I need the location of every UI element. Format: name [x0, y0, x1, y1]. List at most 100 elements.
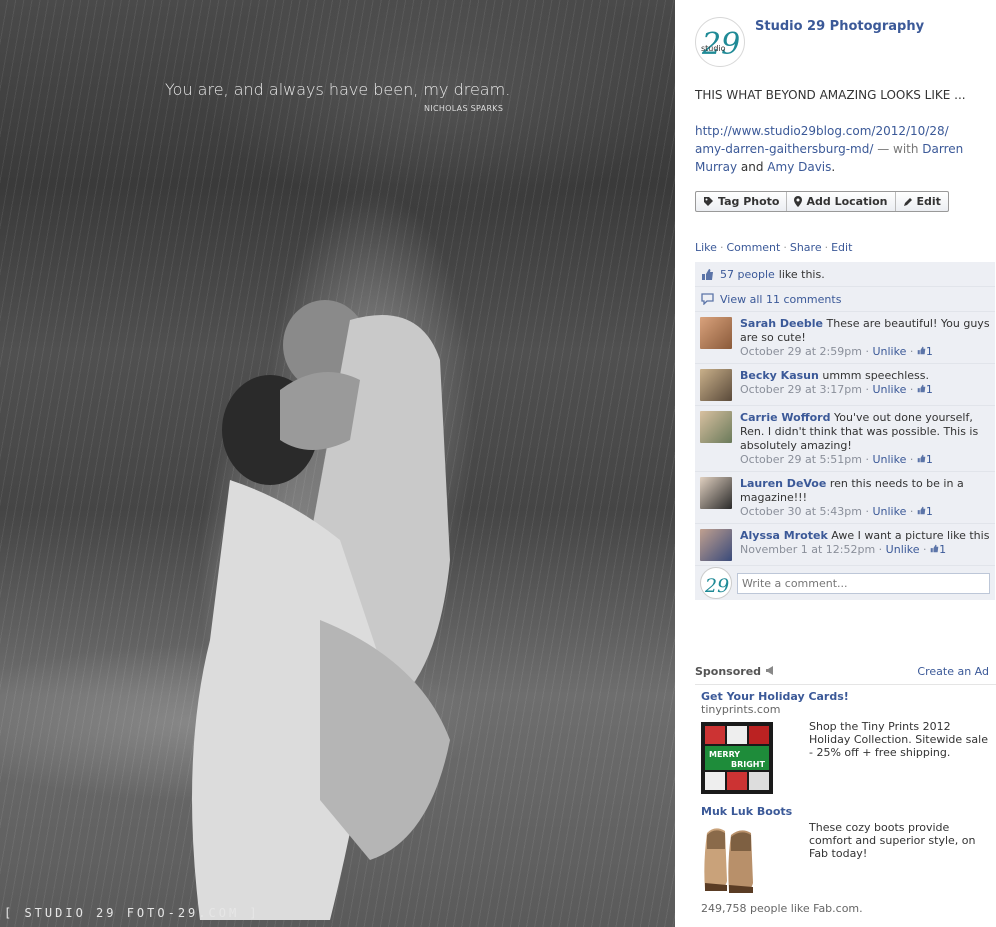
svg-text:studio: studio [701, 44, 726, 53]
comment-body: Carrie Wofford You've out done yourself,… [740, 411, 990, 467]
add-location-button[interactable]: Add Location [787, 192, 896, 211]
ad-title[interactable]: Get Your Holiday Cards! [701, 690, 993, 703]
sponsored-header: Sponsored Create an Ad [695, 665, 989, 678]
commenter-avatar[interactable] [700, 411, 732, 443]
with-text: — with [873, 142, 923, 156]
holiday-card-image: MERRY BRIGHT [701, 722, 773, 794]
comment-text: ummm speechless. [822, 369, 930, 382]
ufi-action-links: Like · Comment · Share · Edit [695, 241, 853, 254]
likes-row: 57 people like this. [695, 262, 995, 287]
ad-title[interactable]: Muk Luk Boots [701, 805, 993, 818]
commenter-name[interactable]: Carrie Wofford [740, 411, 830, 424]
studio29-logo-icon: 29 studio [701, 27, 740, 62]
comment-meta: November 1 at 12:52pm · Unlike · 1 [740, 543, 947, 556]
ad-social-context: 249,758 people like Fab.com. [701, 902, 863, 915]
view-all-comments-link[interactable]: View all 11 comments [720, 293, 841, 306]
unlike-link[interactable]: Unlike [872, 453, 906, 466]
pencil-icon [903, 197, 912, 206]
commenter-name[interactable]: Sarah Deeble [740, 317, 823, 330]
boots-image [704, 828, 753, 893]
unlike-link[interactable]: Unlike [872, 505, 906, 518]
comment-like-count[interactable]: 1 [930, 543, 946, 556]
likes-count-link[interactable]: 57 people [720, 268, 775, 281]
commenter-name[interactable]: Becky Kasun [740, 369, 819, 382]
comment-meta: October 29 at 3:17pm · Unlike · 1 [740, 383, 933, 396]
comment-input[interactable]: Write a comment... [737, 572, 990, 594]
thumbs-up-icon [917, 454, 926, 463]
comment-item: Alyssa Mrotek Awe I want a picture like … [695, 524, 995, 566]
tag-icon [704, 197, 713, 206]
unlike-link[interactable]: Unlike [872, 383, 906, 396]
commenter-name[interactable]: Alyssa Mrotek [740, 529, 828, 542]
comment-bubble-icon [701, 293, 714, 305]
photo-quote: You are, and always have been, my dream. [165, 80, 511, 99]
edit-link[interactable]: Edit [831, 241, 852, 254]
comment-like-count[interactable]: 1 [917, 453, 933, 466]
page-name-link[interactable]: Studio 29 Photography [755, 19, 924, 34]
ad-mukluk[interactable]: Muk Luk Boots These cozy boots provide c… [701, 805, 993, 893]
comment-body: Sarah Deeble These are beautiful! You gu… [740, 317, 990, 359]
comment-body: Lauren DeVoe ren this needs to be in a m… [740, 477, 990, 519]
comment-like-count[interactable]: 1 [917, 383, 933, 396]
ad-tinyprints[interactable]: Get Your Holiday Cards! tinyprints.com M… [701, 690, 993, 794]
comment-like-count[interactable]: 1 [917, 345, 933, 358]
svg-text:BRIGHT: BRIGHT [731, 760, 765, 769]
comment-time: October 29 at 5:51pm [740, 453, 862, 466]
thumbs-up-icon [917, 506, 926, 515]
ad-domain: tinyprints.com [701, 703, 781, 716]
comment-like-count[interactable]: 1 [917, 505, 933, 518]
comment-link[interactable]: Comment [726, 241, 780, 254]
couple-silhouette [192, 300, 450, 920]
sponsored-label: Sponsored [695, 665, 776, 678]
ad-body: Shop the Tiny Prints 2012 Holiday Collec… [809, 720, 988, 759]
thumbs-up-icon [917, 346, 926, 355]
photo-action-bar: Tag Photo Add Location Edit [695, 191, 949, 212]
comment-body: Becky Kasun ummm speechless. October 29 a… [740, 369, 933, 401]
location-pin-icon [794, 196, 803, 207]
photo-viewer[interactable]: You are, and always have been, my dream.… [0, 0, 675, 927]
share-link[interactable]: Share [790, 241, 822, 254]
like-link[interactable]: Like [695, 241, 717, 254]
quote-author: NICHOLAS SPARKS [424, 104, 504, 113]
create-ad-link[interactable]: Create an Ad [917, 665, 989, 678]
tag-photo-button[interactable]: Tag Photo [696, 192, 788, 211]
svg-text:29: 29 [704, 575, 729, 597]
write-comment-row: 29 Write a comment... [695, 566, 995, 600]
commenter-avatar: 29 [700, 567, 732, 599]
photo-watermark: [ STUDIO 29 FOTO-29.COM ] [4, 906, 260, 920]
view-comments-row[interactable]: View all 11 comments [695, 287, 995, 312]
post-link-block: http://www.studio29blog.com/2012/10/28/a… [695, 124, 964, 174]
comment-item: Carrie Wofford You've out done yourself,… [695, 406, 995, 472]
comment-meta: October 29 at 5:51pm · Unlike · 1 [740, 453, 933, 466]
studio29-mini-logo-icon: 29 [704, 575, 729, 597]
comment-item: Lauren DeVoe ren this needs to be in a m… [695, 472, 995, 524]
tagged-amy-link[interactable]: Amy Davis [767, 160, 831, 174]
commenter-avatar[interactable] [700, 369, 732, 401]
sponsored-divider [695, 684, 996, 685]
unlike-link[interactable]: Unlike [886, 543, 920, 556]
comment-time: October 30 at 5:43pm [740, 505, 862, 518]
thumbs-up-icon [930, 544, 939, 553]
comment-meta: October 30 at 5:43pm · Unlike · 1 [740, 505, 933, 518]
unlike-link[interactable]: Unlike [872, 345, 906, 358]
megaphone-icon [765, 666, 773, 675]
page-logo[interactable]: 29 studio [695, 17, 745, 67]
ad-body: These cozy boots provide comfort and sup… [809, 821, 976, 860]
comment-body: Alyssa Mrotek Awe I want a picture like … [740, 529, 989, 561]
thumbs-up-icon [917, 384, 926, 393]
svg-text:MERRY: MERRY [709, 750, 740, 759]
commenter-avatar[interactable] [700, 477, 732, 509]
edit-button[interactable]: Edit [896, 192, 948, 211]
comment-time: October 29 at 2:59pm [740, 345, 862, 358]
thumbs-up-icon [702, 268, 713, 280]
ufi-box: 57 people like this. View all 11 comments… [695, 262, 995, 600]
comment-time: November 1 at 12:52pm [740, 543, 876, 556]
photo-sidebar: 29 studio Studio 29 Photography THIS WHA… [675, 0, 996, 927]
commenter-avatar[interactable] [700, 529, 732, 561]
comment-time: October 29 at 3:17pm [740, 383, 862, 396]
commenter-avatar[interactable] [700, 317, 732, 349]
comment-list: Sarah Deeble These are beautiful! You gu… [695, 312, 995, 566]
comment-text: Awe I want a picture like this [831, 529, 990, 542]
commenter-name[interactable]: Lauren DeVoe [740, 477, 826, 490]
comment-meta: October 29 at 2:59pm · Unlike · 1 [740, 345, 933, 358]
